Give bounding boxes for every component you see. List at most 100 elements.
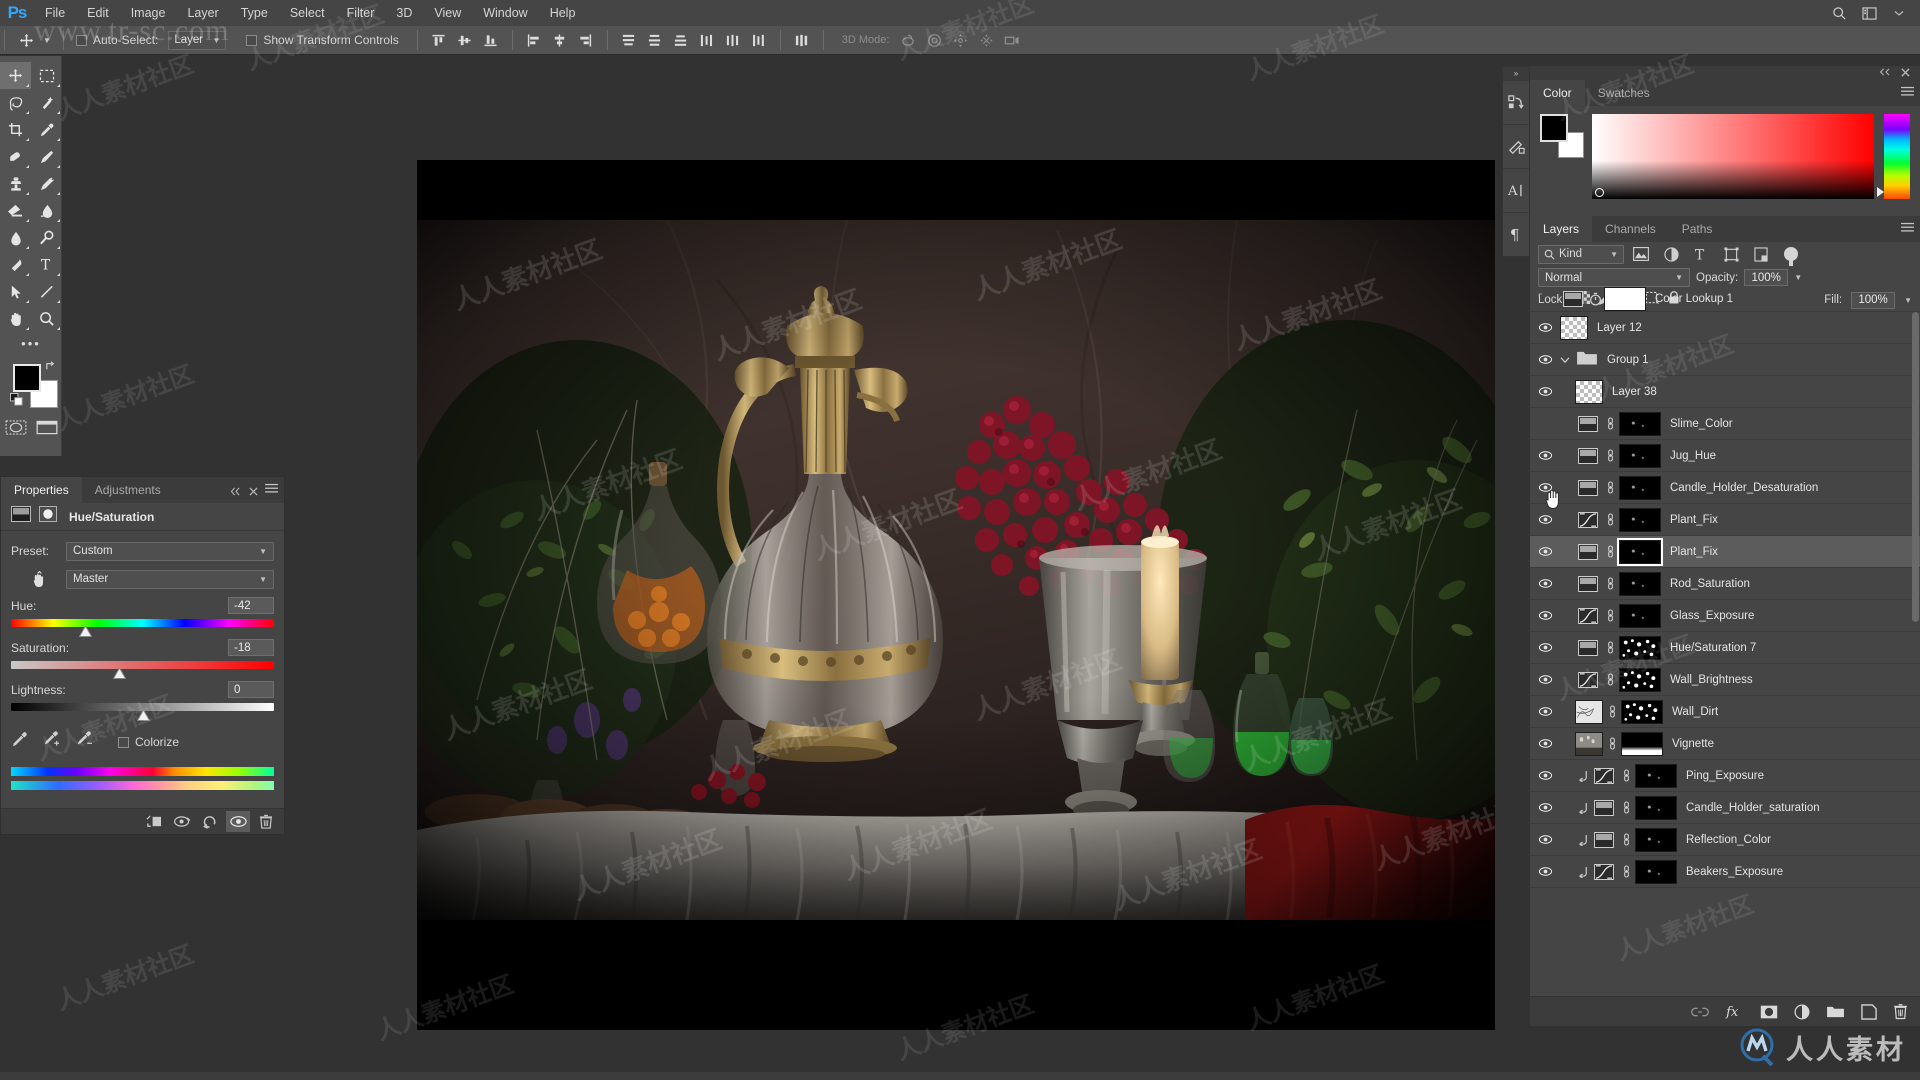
- layer-row[interactable]: Vignette: [1530, 728, 1920, 760]
- align-right-edges-icon[interactable]: [573, 26, 599, 55]
- layer-mask-thumbnail[interactable]: [1619, 603, 1661, 628]
- clip-to-layer-icon[interactable]: [142, 811, 166, 832]
- layer-visibility-on-icon[interactable]: [1530, 344, 1560, 376]
- new-adjustment-layer-icon[interactable]: [1794, 1004, 1810, 1020]
- layer-row[interactable]: Slime_Color: [1530, 408, 1920, 440]
- opacity-value-field[interactable]: 100%: [1744, 269, 1789, 286]
- filter-type-icon[interactable]: T: [1688, 244, 1714, 264]
- rectangular-marquee-tool-icon[interactable]: [31, 62, 62, 89]
- layer-mask-thumbnail[interactable]: [1619, 507, 1661, 532]
- layers-scrollbar-thumb[interactable]: [1912, 312, 1919, 622]
- close-icon[interactable]: [1901, 67, 1910, 79]
- layer-name[interactable]: Glass_Exposure: [1670, 610, 1754, 622]
- edit-toolbar-icon[interactable]: •••: [0, 332, 62, 354]
- layer-name[interactable]: Reflection_Color: [1686, 834, 1771, 846]
- collapse-to-icons-icon[interactable]: [1879, 68, 1891, 78]
- tab-layers[interactable]: Layers: [1530, 216, 1593, 242]
- filter-kind-dropdown[interactable]: Kind ▼: [1538, 244, 1624, 264]
- group-expand-chevron-icon[interactable]: [1560, 351, 1570, 369]
- adjustment-layer-thumbnail[interactable]: [1591, 764, 1617, 788]
- layer-mask-thumbnail[interactable]: [1617, 537, 1663, 566]
- new-group-icon[interactable]: [1826, 1004, 1845, 1019]
- layer-visibility-on-icon[interactable]: [1530, 536, 1560, 568]
- saturation-slider-thumb[interactable]: [112, 666, 127, 679]
- search-icon[interactable]: [1824, 0, 1854, 26]
- document-canvas[interactable]: 人人素材社区 人人素材社区 人人素材社区 人人素材社区 人人素材社区 人人素材社…: [417, 160, 1495, 1030]
- layer-row[interactable]: Hue/Saturation 7: [1530, 632, 1920, 664]
- layer-visibility-on-icon[interactable]: [1530, 440, 1560, 472]
- distribute-vertical-centers-icon[interactable]: [642, 26, 668, 55]
- align-left-edges-icon[interactable]: [521, 26, 547, 55]
- layer-row[interactable]: Wall_Brightness: [1530, 664, 1920, 696]
- layer-name[interactable]: Color Lookup 1: [1655, 293, 1733, 305]
- hue-slider-thumb[interactable]: [78, 624, 92, 637]
- brush-tool-icon[interactable]: [31, 143, 62, 170]
- layer-mask-thumbnail[interactable]: [1635, 795, 1677, 820]
- layer-visibility-on-icon[interactable]: [1530, 600, 1560, 632]
- tab-properties[interactable]: Properties: [1, 477, 82, 503]
- layer-row[interactable]: Glass_Exposure: [1530, 600, 1920, 632]
- mask-link-icon[interactable]: [1617, 769, 1635, 782]
- filter-adjustment-icon[interactable]: [1658, 244, 1684, 264]
- layer-row[interactable]: Color Lookup 1: [1530, 286, 1920, 312]
- filter-pixel-icon[interactable]: [1628, 244, 1654, 264]
- add-layer-style-icon[interactable]: fx: [1725, 1004, 1744, 1019]
- new-layer-icon[interactable]: [1861, 1003, 1877, 1020]
- toggle-visibility-icon[interactable]: [226, 811, 250, 832]
- filter-enable-toggle[interactable]: [1784, 247, 1798, 266]
- tab-adjustments[interactable]: Adjustments: [82, 477, 174, 503]
- align-horizontal-centers-icon[interactable]: [547, 26, 573, 55]
- layer-visibility-on-icon[interactable]: [1530, 696, 1560, 728]
- adjustment-layer-thumbnail[interactable]: [1575, 444, 1601, 468]
- menu-window[interactable]: Window: [472, 0, 538, 26]
- filter-smart-object-icon[interactable]: [1748, 244, 1774, 264]
- align-vertical-centers-icon[interactable]: [452, 26, 478, 55]
- mask-link-icon[interactable]: [1601, 545, 1619, 558]
- tab-paths[interactable]: Paths: [1669, 216, 1726, 242]
- distribute-left-edges-icon[interactable]: [694, 26, 720, 55]
- screen-mode-icon[interactable]: [31, 414, 62, 440]
- foreground-color-swatch[interactable]: [1540, 114, 1568, 142]
- mask-link-icon[interactable]: [1603, 737, 1621, 750]
- layer-row[interactable]: Wall_Dirt: [1530, 696, 1920, 728]
- distribute-right-edges-icon[interactable]: [746, 26, 772, 55]
- pen-tool-icon[interactable]: [0, 251, 31, 278]
- layer-row[interactable]: Beakers_Exposure: [1530, 856, 1920, 888]
- layer-row[interactable]: Plant_Fix: [1530, 536, 1920, 568]
- color-range-bar-bottom[interactable]: [11, 781, 274, 790]
- menu-help[interactable]: Help: [539, 0, 587, 26]
- foreground-color-swatch[interactable]: [13, 364, 41, 392]
- layer-thumbnail[interactable]: [1575, 699, 1603, 724]
- 3d-rotate-icon[interactable]: [895, 26, 921, 55]
- layer-row[interactable]: Reflection_Color: [1530, 824, 1920, 856]
- quick-mask-icon[interactable]: [0, 414, 31, 440]
- gradient-tool-icon[interactable]: [31, 197, 62, 224]
- layer-mask-thumbnail[interactable]: [1619, 571, 1661, 596]
- adjustment-layer-thumbnail[interactable]: [1575, 572, 1601, 596]
- layer-row[interactable]: Rod_Saturation: [1530, 568, 1920, 600]
- layer-mask-thumbnail[interactable]: [1621, 731, 1663, 756]
- layer-row[interactable]: Plant_Fix: [1530, 504, 1920, 536]
- layer-row[interactable]: Jug_Hue: [1530, 440, 1920, 472]
- layer-name[interactable]: Wall_Brightness: [1670, 674, 1753, 686]
- layer-visibility-on-icon[interactable]: [1530, 376, 1560, 408]
- layer-mask-thumbnail[interactable]: [1621, 699, 1663, 724]
- 3d-pan-icon[interactable]: [947, 26, 973, 55]
- layer-visibility-on-icon[interactable]: [1530, 728, 1560, 760]
- layer-name[interactable]: Layer 12: [1597, 322, 1642, 334]
- line-tool-icon[interactable]: [31, 278, 62, 305]
- zoom-tool-icon[interactable]: [31, 305, 62, 332]
- adjustment-layer-thumbnail[interactable]: [1575, 668, 1601, 692]
- layer-name[interactable]: Ping_Exposure: [1686, 770, 1764, 782]
- 3d-slide-icon[interactable]: [973, 26, 999, 55]
- auto-align-icon[interactable]: [789, 26, 815, 55]
- character-icon[interactable]: A: [1503, 168, 1529, 212]
- adjustment-layer-thumbnail[interactable]: [1575, 540, 1601, 564]
- delete-layer-icon[interactable]: [1893, 1003, 1908, 1020]
- distribute-horizontal-centers-icon[interactable]: [720, 26, 746, 55]
- layer-mask-thumbnail[interactable]: [1635, 859, 1677, 884]
- opacity-chevron-icon[interactable]: ▼: [1794, 273, 1802, 282]
- layer-mask-thumbnail[interactable]: [1619, 475, 1661, 500]
- history-icon[interactable]: [1503, 80, 1529, 124]
- add-layer-mask-icon[interactable]: [1760, 1005, 1778, 1019]
